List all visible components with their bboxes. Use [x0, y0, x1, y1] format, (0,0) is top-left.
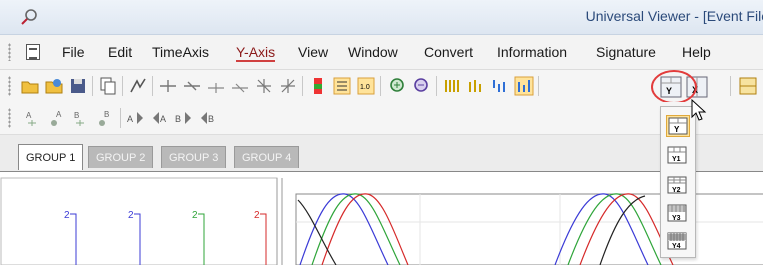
channel-split-icon[interactable]	[466, 76, 486, 96]
menu-signature[interactable]: Signature	[596, 44, 656, 60]
y-axis-3-icon: Y3	[667, 204, 687, 222]
toolbar-grip[interactable]	[8, 76, 11, 96]
save-icon[interactable]	[68, 76, 88, 96]
zoom-out-small-icon[interactable]	[230, 76, 250, 96]
magnify-minus-icon[interactable]	[412, 76, 432, 96]
svg-text:B: B	[208, 114, 214, 124]
channel-scale-label: 2	[128, 210, 134, 221]
cursor-b-add-icon[interactable]: B	[72, 108, 92, 128]
dropdown-item-y3[interactable]: Y3	[666, 203, 690, 225]
jump-back-cursor-b-icon[interactable]: B	[198, 108, 218, 128]
menu-help[interactable]: Help	[682, 44, 711, 60]
document-menu-icon[interactable]	[26, 44, 40, 60]
title-bar: Universal Viewer - [Event File	[0, 0, 763, 35]
menubar-grip[interactable]	[8, 43, 11, 61]
svg-text:Y1: Y1	[672, 156, 681, 163]
waveform-plot-area[interactable]: 2 2 2 2	[0, 171, 763, 265]
toolbar-separator	[538, 76, 539, 96]
zoom-in-x-icon[interactable]	[158, 76, 178, 96]
svg-text:A: A	[160, 114, 166, 124]
app-icon	[21, 9, 37, 25]
channel-step-icon[interactable]	[490, 76, 510, 96]
menu-convert[interactable]: Convert	[424, 44, 473, 60]
secondary-toolbar: A A B B A A B B	[0, 102, 763, 135]
channel-stack-icon[interactable]	[514, 76, 534, 96]
menu-timeaxis[interactable]: TimeAxis	[152, 44, 209, 60]
channel-panel	[0, 177, 278, 265]
toolbar-separator	[302, 76, 303, 96]
copy-icon[interactable]	[98, 76, 118, 96]
svg-text:Y: Y	[674, 125, 680, 134]
menu-information[interactable]: Information	[497, 44, 567, 60]
channel-scale-label: 2	[254, 210, 260, 221]
window-title: Universal Viewer - [Event File	[585, 8, 763, 24]
toolbar-grip[interactable]	[8, 108, 11, 128]
dropdown-item-y[interactable]: Y	[666, 115, 690, 137]
dropdown-item-y1[interactable]: Y1	[666, 145, 690, 167]
toolbar-separator	[730, 76, 731, 96]
y-axis-single-icon: Y	[668, 117, 688, 135]
menu-bar: File Edit TimeAxis Y-Axis View Window Co…	[0, 35, 763, 70]
tab-group-2[interactable]: GROUP 2	[88, 146, 154, 168]
panel-divider[interactable]	[276, 178, 283, 265]
open-search-folder-icon[interactable]	[44, 76, 64, 96]
color-bar-icon[interactable]	[308, 76, 328, 96]
svg-text:1.0: 1.0	[360, 84, 370, 91]
multi-channel-icon[interactable]	[442, 76, 462, 96]
y-axis-4-icon: Y4	[667, 232, 687, 250]
dropdown-item-y2[interactable]: Y2	[666, 175, 690, 197]
open-folder-icon[interactable]	[20, 76, 40, 96]
restore-zoom-icon[interactable]	[278, 76, 298, 96]
svg-text:A: A	[26, 111, 32, 120]
channel-scale-label: 2	[64, 210, 70, 221]
jump-cursor-a-icon[interactable]: A	[126, 108, 146, 128]
dropdown-item-y4[interactable]: Y4	[666, 231, 690, 253]
jump-back-cursor-a-icon[interactable]: A	[150, 108, 170, 128]
cursor-a-add-icon[interactable]: A	[24, 108, 44, 128]
cursor-tool-icon[interactable]	[128, 76, 148, 96]
tab-group-1[interactable]: GROUP 1	[18, 144, 84, 170]
waveform-canvas[interactable]: 2 2 2 2	[0, 172, 763, 265]
toolbar-separator	[92, 76, 93, 96]
menu-file[interactable]: File	[62, 44, 85, 60]
toolbar-separator	[436, 76, 437, 96]
cursor-a-move-icon[interactable]: A	[48, 108, 68, 128]
menu-view[interactable]: View	[298, 44, 328, 60]
y-axis-2-icon: Y2	[667, 176, 687, 194]
menu-y-axis[interactable]: Y-Axis	[236, 44, 276, 62]
tab-group-4[interactable]: GROUP 4	[234, 146, 300, 168]
svg-text:B: B	[104, 110, 109, 119]
value-display-icon[interactable]: 1.0	[356, 76, 376, 96]
menu-edit[interactable]: Edit	[108, 44, 132, 60]
toolbar-separator	[380, 76, 381, 96]
list-view-icon[interactable]	[332, 76, 352, 96]
svg-text:Y2: Y2	[672, 187, 681, 194]
layout-icon[interactable]	[738, 76, 758, 96]
cursor-b-move-icon[interactable]: B	[96, 108, 116, 128]
group-tab-bar: GROUP 1 GROUP 2 GROUP 3 GROUP 4	[0, 135, 763, 171]
mouse-pointer-icon	[691, 98, 707, 121]
channel-scale-label: 2	[192, 210, 198, 221]
svg-text:B: B	[74, 111, 79, 120]
svg-text:Y4: Y4	[672, 243, 681, 250]
main-toolbar: 1.0 Y X	[0, 70, 763, 102]
jump-cursor-b-icon[interactable]: B	[174, 108, 194, 128]
toolbar-separator	[120, 108, 121, 128]
svg-text:A: A	[127, 114, 133, 124]
svg-text:B: B	[175, 114, 181, 124]
fit-all-icon[interactable]	[254, 76, 274, 96]
zoom-out-x-icon[interactable]	[182, 76, 202, 96]
svg-text:Y3: Y3	[672, 215, 681, 222]
toolbar-separator	[122, 76, 123, 96]
zoom-in-small-icon[interactable]	[206, 76, 226, 96]
menu-window[interactable]: Window	[348, 44, 398, 60]
toolbar-separator	[152, 76, 153, 96]
svg-text:A: A	[56, 110, 62, 119]
y-axis-split-dropdown: Y Y1 Y2 Y3 Y4	[660, 106, 696, 258]
magnify-plus-icon[interactable]	[388, 76, 408, 96]
tab-group-3[interactable]: GROUP 3	[161, 146, 227, 168]
y-axis-1-icon: Y1	[667, 146, 687, 164]
